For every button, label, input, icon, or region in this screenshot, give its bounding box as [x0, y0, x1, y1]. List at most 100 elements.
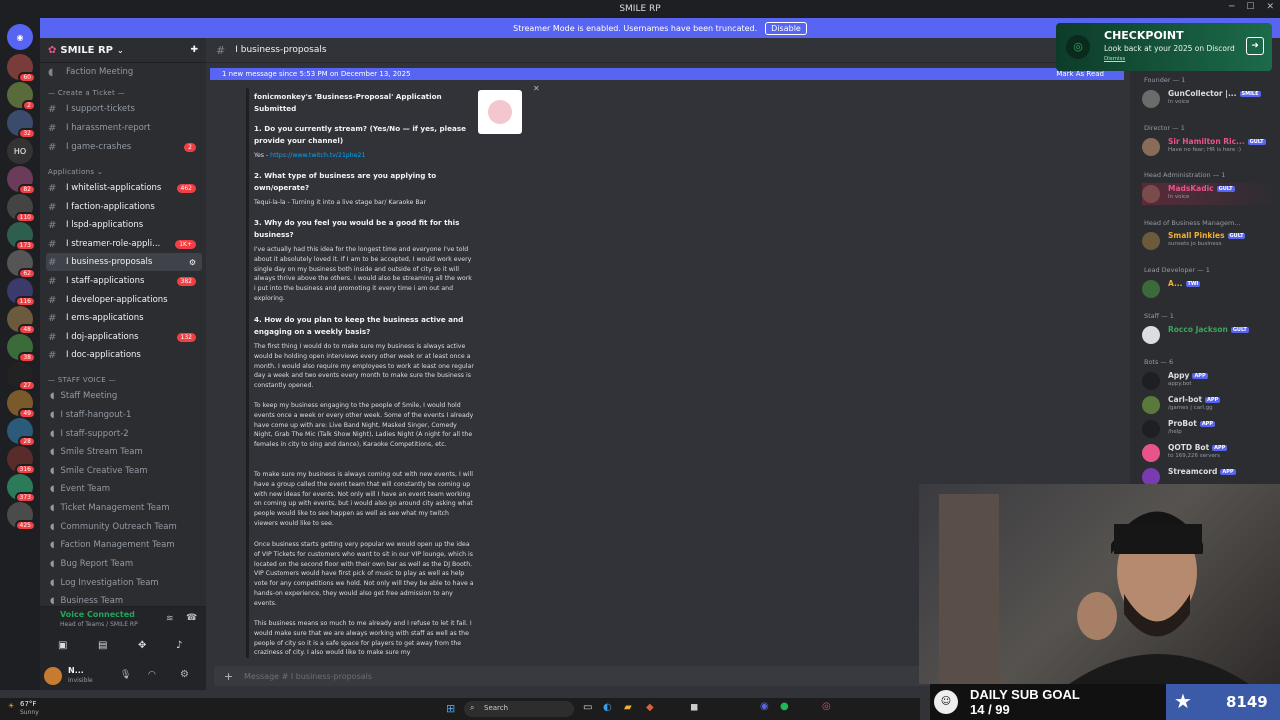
server-icon[interactable]: 82: [7, 166, 36, 195]
member-item[interactable]: Appy APP appy.bot: [1142, 370, 1278, 392]
voice-channel[interactable]: ◖ Faction Management Team: [50, 540, 175, 550]
category-applications[interactable]: Applications ⌄: [48, 168, 103, 176]
server-icon[interactable]: 316: [7, 446, 36, 475]
gear-icon[interactable]: ⚙: [189, 258, 196, 267]
voice-channel[interactable]: ◖ Smile Creative Team: [50, 466, 148, 476]
voice-channel[interactable]: ◖ Log Investigation Team: [50, 578, 159, 588]
voice-channel[interactable]: ◖ Ticket Management Team: [50, 503, 170, 513]
member-item[interactable]: A... TWI: [1142, 278, 1278, 300]
voice-channel[interactable]: ◖ I staff-support-2: [50, 429, 129, 439]
headphones-icon[interactable]: ◠: [148, 670, 156, 680]
server-icon[interactable]: 173: [7, 222, 36, 251]
minimize-icon[interactable]: ─: [1229, 2, 1234, 12]
home-icon[interactable]: ◉: [7, 24, 33, 50]
voice-channel[interactable]: ◖ Business Team: [50, 596, 123, 606]
spotify-icon[interactable]: ●: [780, 701, 789, 712]
channel-support-tickets[interactable]: # I support-tickets: [40, 100, 206, 118]
soundboard-icon[interactable]: ♪: [176, 640, 182, 651]
voice-channel[interactable]: ◖ I staff-hangout-1: [50, 410, 131, 420]
member-item[interactable]: Carl-bot APP/games | carl.gg: [1142, 394, 1278, 416]
app-icon[interactable]: ◆: [646, 702, 654, 713]
channel-faction-applications[interactable]: # I faction-applications: [40, 198, 206, 216]
channel-staff-applications[interactable]: # I staff-applications 382: [40, 272, 206, 290]
channel-doj-applications[interactable]: # I doj-applications 132: [40, 328, 206, 346]
member-item[interactable]: Small Pinkies GULT sunsets jo business: [1142, 230, 1278, 252]
channel-business-proposals[interactable]: # I business-proposals ⚙: [46, 253, 202, 271]
arrow-right-icon[interactable]: ➜: [1246, 37, 1264, 55]
channel-label: I staff-support-2: [60, 429, 129, 439]
member-item[interactable]: Rocco Jackson GULT: [1142, 324, 1278, 346]
server-icon[interactable]: 2: [7, 82, 36, 111]
voice-channel[interactable]: ◖ Event Team: [50, 484, 110, 494]
server-icon[interactable]: 116: [7, 278, 36, 307]
dismiss-link[interactable]: Dismiss: [1104, 56, 1125, 62]
checkpoint-banner[interactable]: ◎ CHECKPOINT Look back at your 2025 on D…: [1056, 23, 1272, 71]
channel-doc-applications[interactable]: # I doc-applications: [40, 346, 206, 364]
folder-icon[interactable]: ▰: [624, 702, 632, 713]
voice-channel[interactable]: ◖ Smile Stream Team: [50, 447, 143, 457]
member-item[interactable]: GunCollector |... SMILE In voice: [1142, 88, 1278, 110]
screen-share-icon[interactable]: ▤: [98, 640, 107, 651]
add-attachment-icon[interactable]: +: [224, 670, 233, 683]
server-icon[interactable]: 60: [7, 54, 36, 83]
server-icon[interactable]: 110: [7, 194, 36, 223]
twitch-link[interactable]: https://www.twitch.tv/21phe21: [270, 152, 365, 159]
microphone-icon[interactable]: 🎙︎: [120, 670, 131, 680]
activities-icon[interactable]: ✥: [138, 640, 146, 651]
task-view-icon[interactable]: ▭: [583, 702, 592, 713]
disconnect-icon[interactable]: ☎: [186, 613, 197, 623]
member-item[interactable]: QOTD Bot APP to 169,226 servers: [1142, 442, 1278, 464]
server-icon[interactable]: 62: [7, 250, 36, 279]
weather-temp[interactable]: 67°F: [20, 700, 36, 708]
answer-prefix: Yes -: [254, 152, 271, 159]
server-icon[interactable]: 38: [7, 334, 36, 363]
category-create-ticket[interactable]: — Create a Ticket —: [48, 89, 125, 97]
close-icon[interactable]: ✕: [1266, 2, 1274, 12]
windows-start-icon[interactable]: ⊞: [446, 702, 455, 715]
new-messages-bar[interactable]: 1 new message since 5:53 PM on December …: [210, 68, 1124, 80]
server-icon[interactable]: 373: [7, 474, 36, 503]
channel-developer-applications[interactable]: # I developer-applications: [40, 291, 206, 309]
server-icon[interactable]: 27: [7, 362, 36, 391]
server-icon[interactable]: 425: [7, 502, 36, 531]
mark-as-read-button[interactable]: Mark As Read: [1056, 70, 1104, 78]
close-icon[interactable]: ✕: [533, 84, 540, 93]
add-member-icon[interactable]: ✚: [190, 45, 198, 55]
settings-icon[interactable]: ⚙: [180, 669, 189, 680]
server-header[interactable]: ✿ SMILE RP ⌄ ✚: [40, 38, 206, 63]
category-staff-voice[interactable]: — STAFF VOICE —: [48, 376, 116, 384]
member-tag: GULT: [1216, 186, 1235, 192]
channel-whitelist-applications[interactable]: # I whitelist-applications 462: [40, 179, 206, 197]
server-icon[interactable]: 32: [7, 110, 36, 139]
channel-game-crashes[interactable]: # I game-crashes 2: [40, 138, 206, 156]
edge-icon[interactable]: ◐: [603, 702, 612, 713]
avatar: [1142, 138, 1160, 156]
member-status: to 169,226 servers: [1168, 453, 1221, 459]
channel-harassment-report[interactable]: # I harassment-report: [40, 119, 206, 137]
server-icon[interactable]: HO: [7, 138, 33, 164]
voice-channel[interactable]: ◖ Staff Meeting: [50, 391, 117, 401]
member-item[interactable]: Sir Hamilton Ric... GULT Have no fear; HR …: [1142, 136, 1278, 158]
discord-taskbar-icon[interactable]: ◉: [760, 701, 769, 712]
camera-icon[interactable]: ▣: [58, 640, 67, 651]
avatar[interactable]: [44, 667, 62, 685]
taskbar-search[interactable]: ⌕ Search: [464, 701, 574, 717]
channel-streamer-role[interactable]: # I streamer-role-appli... 1K+: [40, 235, 206, 253]
channel-lspd-applications[interactable]: # I lspd-applications: [40, 216, 206, 234]
member-item[interactable]: ProBot APP/help: [1142, 418, 1278, 440]
member-status: Have no fear; HR is here :): [1168, 147, 1242, 153]
signal-icon[interactable]: ≋: [166, 614, 174, 624]
server-icon[interactable]: 48: [7, 306, 36, 335]
server-icon[interactable]: 49: [7, 390, 36, 419]
voice-channel[interactable]: ◖ Community Outreach Team: [50, 522, 177, 532]
embed-thumbnail[interactable]: [478, 90, 522, 134]
maximize-icon[interactable]: ☐: [1246, 2, 1254, 12]
channel-ems-applications[interactable]: # I ems-applications: [40, 309, 206, 327]
voice-channel[interactable]: ◖ Bug Report Team: [50, 559, 133, 569]
app-icon[interactable]: ◼: [690, 702, 698, 713]
member-item[interactable]: MadsKadic GULT In voice: [1142, 183, 1278, 205]
app-icon[interactable]: ◎: [822, 701, 831, 712]
server-icon[interactable]: 28: [7, 418, 36, 447]
voice-channel-faction-meeting[interactable]: ◖ Faction Meeting: [40, 63, 206, 81]
disable-streamer-button[interactable]: Disable: [765, 21, 807, 35]
